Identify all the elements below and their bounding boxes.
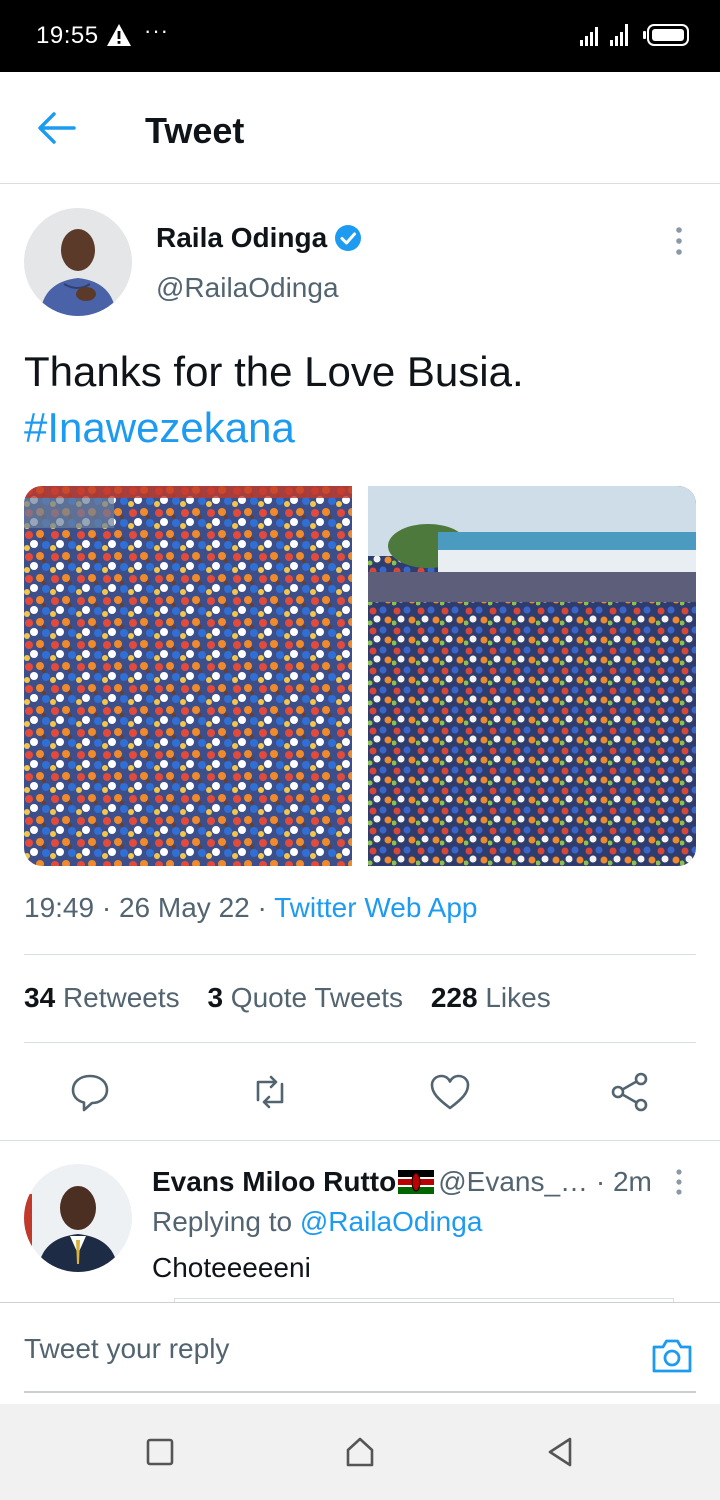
tweet-body: Thanks for the Love Busia. — [24, 348, 524, 395]
tweet-text: Thanks for the Love Busia. #Inawezekana — [24, 344, 704, 456]
back-triangle-icon[interactable] — [544, 1436, 576, 1468]
replying-prefix: Replying to — [152, 1206, 300, 1237]
retweets-count: 34 — [24, 982, 56, 1013]
signal-battery-icons — [580, 24, 689, 46]
meta-separator: · — [249, 892, 275, 923]
tweet-actions — [0, 1056, 720, 1140]
kenya-flag-icon — [398, 1170, 435, 1194]
retweets-stat[interactable]: 34 Retweets — [24, 982, 180, 1013]
share-icon[interactable] — [608, 1070, 652, 1114]
home-icon[interactable] — [344, 1436, 376, 1468]
author-name[interactable]: Raila Odinga — [156, 222, 327, 254]
tweet-source-link[interactable]: Twitter Web App — [274, 892, 477, 923]
tweet-media — [24, 486, 696, 866]
replying-mention-link[interactable]: @RailaOdinga — [300, 1206, 483, 1237]
divider — [24, 1042, 696, 1043]
heart-icon[interactable] — [428, 1070, 472, 1114]
quote-tweets-label: Quote Tweets — [230, 982, 404, 1013]
crowd-photo-1[interactable] — [24, 486, 352, 866]
hashtag-link[interactable]: #Inawezekana — [24, 400, 704, 456]
reply-text: Choteeeeeni — [152, 1252, 311, 1283]
retweets-label: Retweets — [62, 982, 180, 1013]
quote-tweets-stat[interactable]: 3 Quote Tweets — [207, 982, 403, 1013]
meta-separator: · — [94, 892, 119, 923]
more-vertical-icon[interactable] — [666, 224, 692, 258]
likes-label: Likes — [485, 982, 551, 1013]
status-bar: 19:55 ··· — [0, 0, 720, 72]
author-avatar[interactable] — [24, 208, 132, 316]
divider — [24, 954, 696, 955]
reply-input[interactable]: Tweet your reply — [24, 1333, 229, 1365]
tweet-time: 19:49 — [24, 892, 95, 923]
tweet-meta: 19:49 · 26 May 22 · Twitter Web App — [24, 892, 477, 924]
system-nav-bar — [0, 1404, 720, 1500]
reply-composer: Tweet your reply — [0, 1302, 720, 1404]
divider — [0, 1140, 720, 1141]
replying-to: Replying to @RailaOdinga — [152, 1206, 482, 1238]
tweet-stats: 34 Retweets 3 Quote Tweets 228 Likes — [24, 982, 571, 1014]
tweet-author: Raila Odinga @RailaOdinga — [0, 184, 720, 334]
status-time: 19:55 — [36, 22, 99, 49]
top-app-bar: Tweet — [0, 72, 720, 184]
likes-stat[interactable]: 228 Likes — [431, 982, 551, 1013]
input-underline — [24, 1391, 696, 1393]
reply-header: Evans Miloo Rutto @Evans_… · 2m — [152, 1166, 652, 1198]
author-handle[interactable]: @RailaOdinga — [156, 272, 339, 304]
reply-item[interactable]: Evans Miloo Rutto @Evans_… · 2m Replying… — [0, 1142, 720, 1302]
more-vertical-icon[interactable] — [668, 1168, 690, 1196]
verified-badge-icon — [335, 225, 361, 251]
likes-count: 228 — [430, 982, 478, 1013]
reply-author-name[interactable]: Evans Miloo Rutto — [152, 1166, 396, 1197]
crowd-photo-2[interactable] — [368, 486, 696, 866]
warning-icon — [107, 24, 131, 46]
reply-age: · 2m — [588, 1166, 652, 1197]
reply-icon[interactable] — [68, 1070, 112, 1114]
status-more-dots: ··· — [144, 18, 169, 43]
recent-apps-icon[interactable] — [144, 1436, 176, 1468]
tweet-date: 26 May 22 — [118, 892, 250, 923]
page-title: Tweet — [145, 110, 245, 151]
reply-avatar[interactable] — [24, 1164, 132, 1272]
retweet-icon[interactable] — [248, 1070, 292, 1114]
quote-tweets-count: 3 — [207, 982, 224, 1013]
arrow-left-icon[interactable] — [34, 108, 78, 148]
camera-icon[interactable] — [650, 1335, 694, 1375]
reply-author-handle[interactable]: @Evans_… — [438, 1166, 588, 1197]
